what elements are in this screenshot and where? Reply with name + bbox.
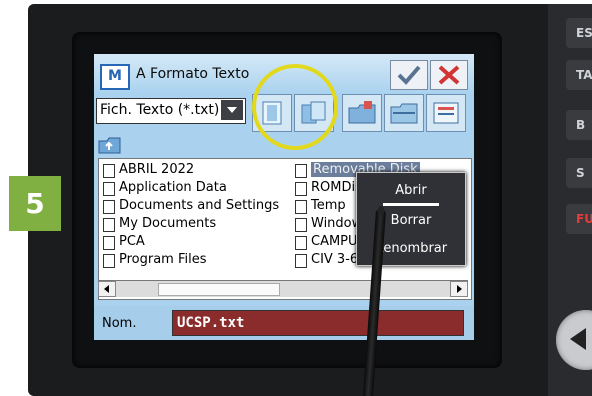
scroll-left-icon[interactable] (98, 281, 116, 297)
hardware-button-es[interactable]: ES (566, 18, 592, 48)
menu-item-borrar[interactable]: Borrar (357, 207, 465, 235)
hardware-button-b[interactable]: B (566, 110, 592, 140)
list-item[interactable]: ABRIL 2022 (103, 161, 293, 179)
horizontal-scrollbar[interactable] (98, 280, 468, 297)
file-list-left-column: ABRIL 2022 Application Data Documents an… (103, 161, 293, 269)
filename-value: UCSP.txt (177, 315, 245, 331)
file-icon (295, 218, 307, 232)
file-icon (103, 182, 115, 196)
cancel-button[interactable] (430, 60, 468, 90)
highlight-circle (252, 64, 338, 150)
scroll-thumb[interactable] (158, 283, 280, 296)
file-icon (103, 218, 115, 232)
filename-row: Nom. UCSP.txt (94, 306, 474, 340)
menu-item-abrir[interactable]: Abrir (357, 177, 465, 205)
open-folder-button[interactable] (384, 94, 424, 132)
new-folder-button[interactable] (342, 94, 382, 132)
folder-up-icon[interactable] (98, 136, 122, 154)
file-icon (295, 182, 307, 196)
filename-input[interactable]: UCSP.txt (172, 310, 464, 336)
folder-icon (348, 101, 376, 124)
scroll-right-icon[interactable] (450, 281, 468, 297)
photo: ES TA B S FU M A Formato Texto Fich. Tex… (0, 0, 592, 396)
ok-button[interactable] (390, 60, 428, 90)
list-item[interactable]: My Documents (103, 215, 293, 233)
menu-separator (383, 203, 439, 206)
hardware-button-s[interactable]: S (566, 158, 592, 188)
list-item[interactable]: Documents and Settings (103, 197, 293, 215)
device-screen: M A Formato Texto Fich. Texto (*.txt) AB… (94, 54, 474, 340)
left-arrow-icon (570, 328, 586, 350)
hardware-button-ta[interactable]: TA (566, 60, 592, 90)
file-icon (103, 164, 115, 178)
chevron-down-icon[interactable] (221, 100, 243, 120)
hardware-button-fu[interactable]: FU (566, 204, 592, 234)
app-icon[interactable]: M (100, 64, 130, 90)
filename-label: Nom. (102, 316, 137, 331)
file-icon (295, 164, 307, 178)
file-icon (295, 254, 307, 268)
list-item[interactable]: Application Data (103, 179, 293, 197)
checkmark-icon (397, 65, 421, 85)
file-icon (103, 236, 115, 250)
folder-list-icon (390, 103, 418, 124)
file-icon (103, 200, 115, 214)
file-icon (103, 254, 115, 268)
save-button[interactable] (426, 94, 466, 132)
window-title: A Formato Texto (136, 66, 250, 82)
save-icon (433, 102, 459, 124)
list-item[interactable]: Program Files (103, 251, 293, 269)
list-item[interactable]: PCA (103, 233, 293, 251)
close-icon (438, 65, 460, 85)
step-badge: 5 (9, 176, 61, 231)
file-icon (295, 200, 307, 214)
file-type-value: Fich. Texto (*.txt) (100, 102, 220, 118)
file-icon (295, 236, 307, 250)
file-type-select[interactable]: Fich. Texto (*.txt) (96, 98, 246, 124)
stylus-tip (378, 206, 384, 214)
